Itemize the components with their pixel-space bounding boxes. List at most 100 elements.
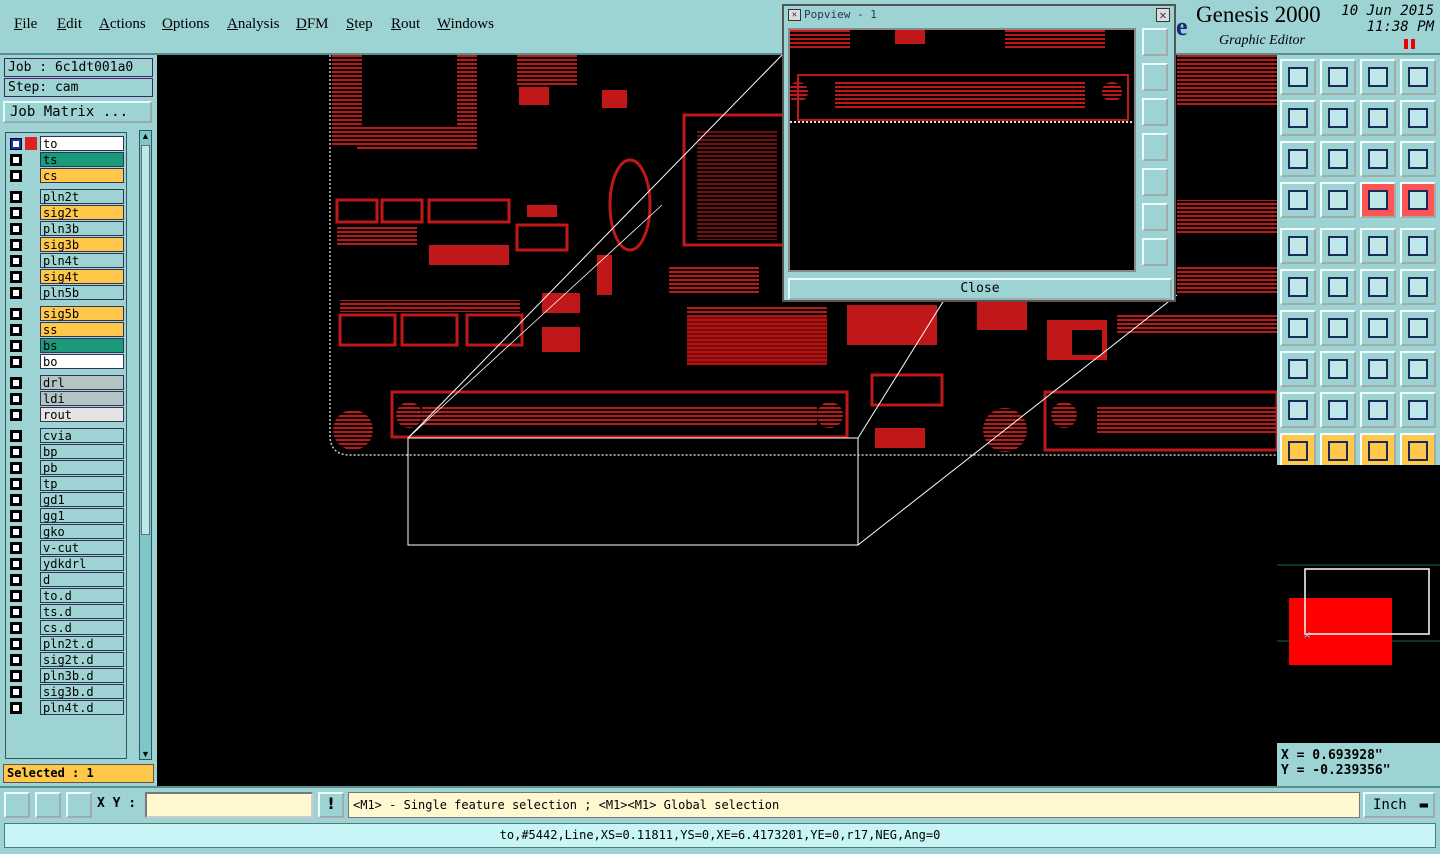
overview-drawing[interactable]: × xyxy=(1277,465,1440,743)
layer-row[interactable]: cs.d xyxy=(6,620,126,635)
angle-mode-button[interactable] xyxy=(35,792,61,818)
layer-name[interactable]: to.d xyxy=(40,588,124,603)
layer-name[interactable]: ss xyxy=(40,322,124,337)
layer-list[interactable]: to ts cs pln2t sig2t pln3b sig3b pln4t sig4t pln5… xyxy=(5,132,127,759)
layer-red-2-button[interactable] xyxy=(1400,182,1436,218)
circle-button[interactable] xyxy=(1400,228,1436,264)
layer-name[interactable]: gd1 xyxy=(40,492,124,507)
a-button[interactable] xyxy=(1320,392,1356,428)
layer-name[interactable]: gko xyxy=(40,524,124,539)
grid-pad-button[interactable] xyxy=(1400,351,1436,387)
layer-checkbox[interactable] xyxy=(10,356,22,368)
home-view-button[interactable] xyxy=(1360,59,1396,95)
layer-row[interactable]: to xyxy=(6,136,126,151)
pointer-button[interactable] xyxy=(1280,433,1316,469)
layer-name[interactable]: pln5b xyxy=(40,285,124,300)
layer-checkbox[interactable] xyxy=(10,590,22,602)
layer-checkbox[interactable] xyxy=(10,638,22,650)
layer-name[interactable]: cs.d xyxy=(40,620,124,635)
select-pad-button[interactable] xyxy=(1280,228,1316,264)
layer-list-scrollbar[interactable]: ▲ ▼ xyxy=(139,130,152,760)
a-cap-button[interactable] xyxy=(1360,392,1396,428)
line-select-button[interactable] xyxy=(1360,269,1396,305)
layer-name[interactable]: pln4t.d xyxy=(40,700,124,715)
layer-row[interactable]: gko xyxy=(6,524,126,539)
minus-button[interactable] xyxy=(1320,351,1356,387)
cross-button[interactable] xyxy=(1320,269,1356,305)
layer-name[interactable]: gg1 xyxy=(40,508,124,523)
overview-map[interactable]: × xyxy=(1277,465,1440,743)
layer-checkbox[interactable] xyxy=(10,255,22,267)
layer-row[interactable]: sig3b.d xyxy=(6,684,126,699)
select-area-button[interactable] xyxy=(1320,228,1356,264)
layer-checkbox[interactable] xyxy=(10,654,22,666)
layer-name[interactable]: drl xyxy=(40,375,124,390)
measure-button[interactable] xyxy=(1280,182,1316,218)
layer-row[interactable]: rout xyxy=(6,407,126,422)
layer-name[interactable]: ldi xyxy=(40,391,124,406)
layer-checkbox[interactable] xyxy=(10,393,22,405)
layer-row[interactable]: ts.d xyxy=(6,604,126,619)
layer-checkbox[interactable] xyxy=(10,207,22,219)
layer-row[interactable]: sig4t xyxy=(6,269,126,284)
layer-row[interactable]: ydkdrl xyxy=(6,556,126,571)
xy-input[interactable] xyxy=(145,792,313,818)
menu-dfm[interactable]: DFM xyxy=(296,16,329,33)
layer-checkbox[interactable] xyxy=(10,223,22,235)
scroll-thumb[interactable] xyxy=(141,145,150,535)
angle-button[interactable] xyxy=(1280,310,1316,346)
help-button[interactable] xyxy=(1400,141,1436,177)
popview-pan-down-button[interactable] xyxy=(1142,98,1168,126)
pointer-hex-button[interactable] xyxy=(1360,433,1396,469)
scale-1-2-button[interactable] xyxy=(1360,141,1396,177)
slope-button[interactable] xyxy=(1320,310,1356,346)
snap-button[interactable] xyxy=(1400,100,1436,136)
grid-button[interactable] xyxy=(1320,182,1356,218)
layer-row[interactable]: bo xyxy=(6,354,126,369)
layer-checkbox[interactable] xyxy=(10,558,22,570)
layer-name[interactable]: ydkdrl xyxy=(40,556,124,571)
popview-titlebar[interactable]: ✕ Popview - 1 ✕ xyxy=(784,6,1174,24)
layer-row[interactable]: pln3b xyxy=(6,221,126,236)
popview-pan-right-button[interactable] xyxy=(1142,168,1168,196)
scroll-down-icon[interactable]: ▼ xyxy=(141,749,150,759)
layer-row[interactable]: sig2t xyxy=(6,205,126,220)
layer-name[interactable]: sig2t.d xyxy=(40,652,124,667)
layer-checkbox[interactable] xyxy=(10,494,22,506)
layer-row[interactable]: pln2t.d xyxy=(6,636,126,651)
zoom-step-button[interactable] xyxy=(1360,100,1396,136)
pointer-box-button[interactable] xyxy=(1320,433,1356,469)
arrow-select-button[interactable] xyxy=(1400,269,1436,305)
layer-row[interactable]: tp xyxy=(6,476,126,491)
layer-checkbox[interactable] xyxy=(10,510,22,522)
layer-checkbox[interactable] xyxy=(10,170,22,182)
alert-icon[interactable]: ! xyxy=(318,792,344,818)
split-view-button[interactable] xyxy=(1400,59,1436,95)
popview-zoom-in-button[interactable] xyxy=(1142,203,1168,231)
layer-checkbox[interactable] xyxy=(10,154,22,166)
menu-rout[interactable]: Rout xyxy=(391,16,420,33)
popview-screen[interactable] xyxy=(788,28,1136,272)
layer-checkbox[interactable] xyxy=(10,430,22,442)
popview-pan-left-button[interactable] xyxy=(1142,133,1168,161)
layer-row[interactable]: drl xyxy=(6,375,126,390)
layer-name[interactable]: bp xyxy=(40,444,124,459)
layer-row[interactable]: sig5b xyxy=(6,306,126,321)
layer-checkbox[interactable] xyxy=(10,670,22,682)
layer-row[interactable]: pln4t.d xyxy=(6,700,126,715)
grid-mode-button[interactable] xyxy=(66,792,92,818)
window-menu-icon[interactable]: ✕ xyxy=(788,9,801,21)
layer-name[interactable]: sig3b xyxy=(40,237,124,252)
scroll-up-icon[interactable]: ▲ xyxy=(141,131,150,141)
layer-row[interactable]: bs xyxy=(6,338,126,353)
layer-row[interactable]: d xyxy=(6,572,126,587)
layer-name[interactable]: rout xyxy=(40,407,124,422)
layer-name[interactable]: pln4t xyxy=(40,253,124,268)
layer-checkbox[interactable] xyxy=(10,478,22,490)
layer-row[interactable]: pln3b.d xyxy=(6,668,126,683)
zoom-in-button[interactable] xyxy=(1320,141,1356,177)
layer-checkbox[interactable] xyxy=(10,462,22,474)
zoom-fit-button[interactable] xyxy=(1320,59,1356,95)
layer-row[interactable]: gd1 xyxy=(6,492,126,507)
ruler-button[interactable] xyxy=(1360,228,1396,264)
